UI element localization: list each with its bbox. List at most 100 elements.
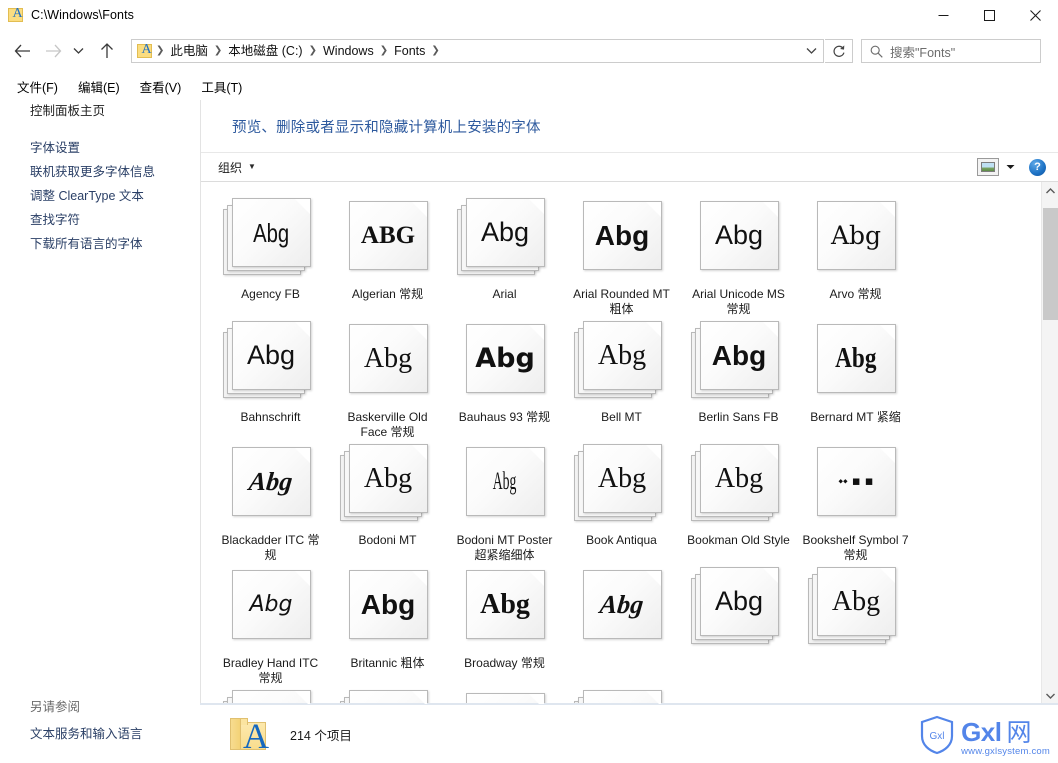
font-tile[interactable]: ⬩⬩ ▪ ▪ Bookshelf Symbol 7 常规 xyxy=(797,440,914,563)
view-options-chevron-down-icon[interactable] xyxy=(1001,164,1019,170)
font-file-icon: Abg xyxy=(222,320,319,404)
menu-view[interactable]: 查看(V) xyxy=(132,75,190,98)
sidebar-item-get-more-fonts-online[interactable]: 联机获取更多字体信息 xyxy=(0,160,200,184)
font-tile[interactable]: Abg Arial Rounded MT 粗体 xyxy=(563,194,680,317)
scroll-down-icon[interactable] xyxy=(1042,687,1058,704)
breadcrumb-item-3[interactable]: Fonts xyxy=(389,40,430,62)
font-tile[interactable]: Abg Broadway 常规 xyxy=(446,563,563,686)
scroll-up-icon[interactable] xyxy=(1042,182,1058,199)
sidebar-item-download-fonts-all-languages[interactable]: 下载所有语言的字体 xyxy=(0,232,200,256)
font-tile-label: Berlin Sans FB xyxy=(698,410,779,424)
help-button[interactable]: ? xyxy=(1029,158,1046,176)
maximize-button[interactable] xyxy=(966,0,1012,30)
font-sheet-front: Abg xyxy=(816,324,896,393)
chevron-down-icon[interactable] xyxy=(799,40,823,62)
font-tile[interactable]: Abg Britannic 粗体 xyxy=(329,563,446,686)
menu-edit[interactable]: 编辑(E) xyxy=(70,75,128,98)
font-tile[interactable]: Abg Bauhaus 93 常规 xyxy=(446,317,563,440)
content-header: 预览、删除或者显示和隐藏计算机上安装的字体 xyxy=(201,100,1058,152)
font-tile[interactable]: ABG Algerian 常规 xyxy=(329,194,446,317)
breadcrumb-item-2[interactable]: Windows xyxy=(318,40,379,62)
forward-arrow-icon[interactable] xyxy=(40,38,66,64)
font-sheet-front: Abg xyxy=(231,447,311,516)
font-tile[interactable]: Abg Bernard MT 紧缩 xyxy=(797,317,914,440)
font-sheet-front: Abg xyxy=(231,321,311,390)
vertical-scrollbar[interactable] xyxy=(1041,182,1058,704)
back-arrow-icon[interactable] xyxy=(9,38,35,64)
font-tile-label: Bell MT xyxy=(601,410,642,424)
font-tile-label: Bradley Hand ITC 常规 xyxy=(222,656,319,685)
breadcrumb-item-1[interactable]: 本地磁盘 (C:) xyxy=(223,40,307,62)
font-tile-label: Bodoni MT Poster 超紧缩细体 xyxy=(456,533,553,562)
sidebar-item-find-a-character[interactable]: 查找字符 xyxy=(0,208,200,232)
sidebar-item-control-panel-home[interactable]: 控制面板主页 xyxy=(0,100,200,122)
sidebar-item-text-services-input-languages[interactable]: 文本服务和输入语言 xyxy=(0,723,200,746)
chevron-down-icon: ▼ xyxy=(248,162,256,171)
menu-tools[interactable]: 工具(T) xyxy=(193,75,250,98)
font-tile[interactable]: Abg xyxy=(212,686,329,704)
font-tile[interactable]: Abg Agency FB xyxy=(212,194,329,317)
watermark: Gxl Gxl 网 www.gxlsystem.com xyxy=(919,713,1050,757)
scrollbar-thumb[interactable] xyxy=(1043,208,1058,320)
font-sheet-front: Abg xyxy=(582,690,662,704)
font-tile[interactable]: Abg Bradley Hand ITC 常规 xyxy=(212,563,329,686)
font-tile[interactable]: Abg Bookman Old Style xyxy=(680,440,797,563)
font-sheet-front: ⬩⬩ ▪ ▪ xyxy=(816,447,896,516)
font-tile[interactable]: Abg xyxy=(797,563,914,686)
font-sheet-front: ABG xyxy=(348,201,428,270)
font-tile-label: Arial Unicode MS 常规 xyxy=(692,287,785,316)
breadcrumb-item-0[interactable]: 此电脑 xyxy=(165,40,213,62)
search-input[interactable]: 搜索"Fonts" xyxy=(890,42,955,61)
font-file-icon: ABG xyxy=(340,197,436,281)
sidebar-see-also-section: 另请参阅 文本服务和输入语言 xyxy=(0,694,200,746)
close-button[interactable] xyxy=(1012,0,1058,30)
font-tile[interactable]: Abg Bell MT xyxy=(563,317,680,440)
font-tile[interactable]: Abg Baskerville Old Face 常规 xyxy=(329,317,446,440)
shield-icon: Gxl xyxy=(920,715,954,755)
watermark-text-group: Gxl 网 www.gxlsystem.com xyxy=(961,713,1050,757)
font-tile[interactable]: Abg Arial xyxy=(446,194,563,317)
navigation-bar: A ❯ 此电脑 ❯ 本地磁盘 (C:) ❯ Windows ❯ Fonts ❯ xyxy=(0,30,1058,72)
font-sheet-front: Abg xyxy=(348,444,428,513)
font-tile[interactable]: Abg xyxy=(563,686,680,704)
font-tile[interactable]: Abg xyxy=(680,563,797,686)
font-tile[interactable]: Abg xyxy=(563,563,680,686)
font-file-icon: Abg xyxy=(340,566,436,650)
font-tile[interactable]: Abg Arial Unicode MS 常规 xyxy=(680,194,797,317)
font-tile[interactable]: Abg Bahnschrift xyxy=(212,317,329,440)
item-count-label: 214 个项目 xyxy=(290,728,352,743)
font-tile[interactable]: Abg Bodoni MT Poster 超紧缩细体 xyxy=(446,440,563,563)
font-file-icon: Abg xyxy=(807,566,904,650)
font-tile[interactable]: Abg Berlin Sans FB xyxy=(680,317,797,440)
refresh-icon[interactable] xyxy=(825,39,853,63)
menu-file[interactable]: 文件(F) xyxy=(9,75,66,98)
font-sheet-front: Abg xyxy=(816,201,896,270)
font-file-icon: Abg xyxy=(690,443,787,527)
search-box[interactable]: 搜索"Fonts" xyxy=(861,39,1041,63)
font-tile[interactable]: Abg Arvo 常规 xyxy=(797,194,914,317)
font-sheet-front: Abg xyxy=(231,570,311,639)
window-title: C:\Windows\Fonts xyxy=(31,8,135,22)
font-tile-label: Arvo 常规 xyxy=(829,287,882,301)
address-font-folder-icon: A xyxy=(137,42,153,59)
font-tile[interactable]: Abg Bodoni MT xyxy=(329,440,446,563)
font-file-icon: Abg xyxy=(808,197,904,281)
view-layout-icon[interactable] xyxy=(977,158,999,176)
up-arrow-icon[interactable] xyxy=(94,38,120,64)
font-tile-label: Bahnschrift xyxy=(240,410,301,424)
recent-locations-icon[interactable] xyxy=(68,38,88,64)
font-tile[interactable]: Abg Blackadder ITC 常规 xyxy=(212,440,329,563)
font-tile[interactable]: Ïrĕ xyxy=(446,686,563,704)
command-toolbar: 组织 ▼ ? xyxy=(201,152,1058,182)
toolbar-right-group: ? xyxy=(977,158,1046,176)
font-tile[interactable]: Abg xyxy=(329,686,446,704)
sidebar-item-adjust-cleartype-text[interactable]: 调整 ClearType 文本 xyxy=(0,184,200,208)
font-tile[interactable]: Abg Book Antiqua xyxy=(563,440,680,563)
breadcrumb-separator: ❯ xyxy=(379,45,389,56)
minimize-button[interactable] xyxy=(920,0,966,30)
address-bar[interactable]: A ❯ 此电脑 ❯ 本地磁盘 (C:) ❯ Windows ❯ Fonts ❯ xyxy=(131,39,824,63)
sidebar-item-font-settings[interactable]: 字体设置 xyxy=(0,136,200,160)
font-file-icon: Abg xyxy=(222,689,319,704)
organize-button[interactable]: 组织 ▼ xyxy=(211,156,263,179)
font-sheet-front: Abg xyxy=(231,690,311,704)
